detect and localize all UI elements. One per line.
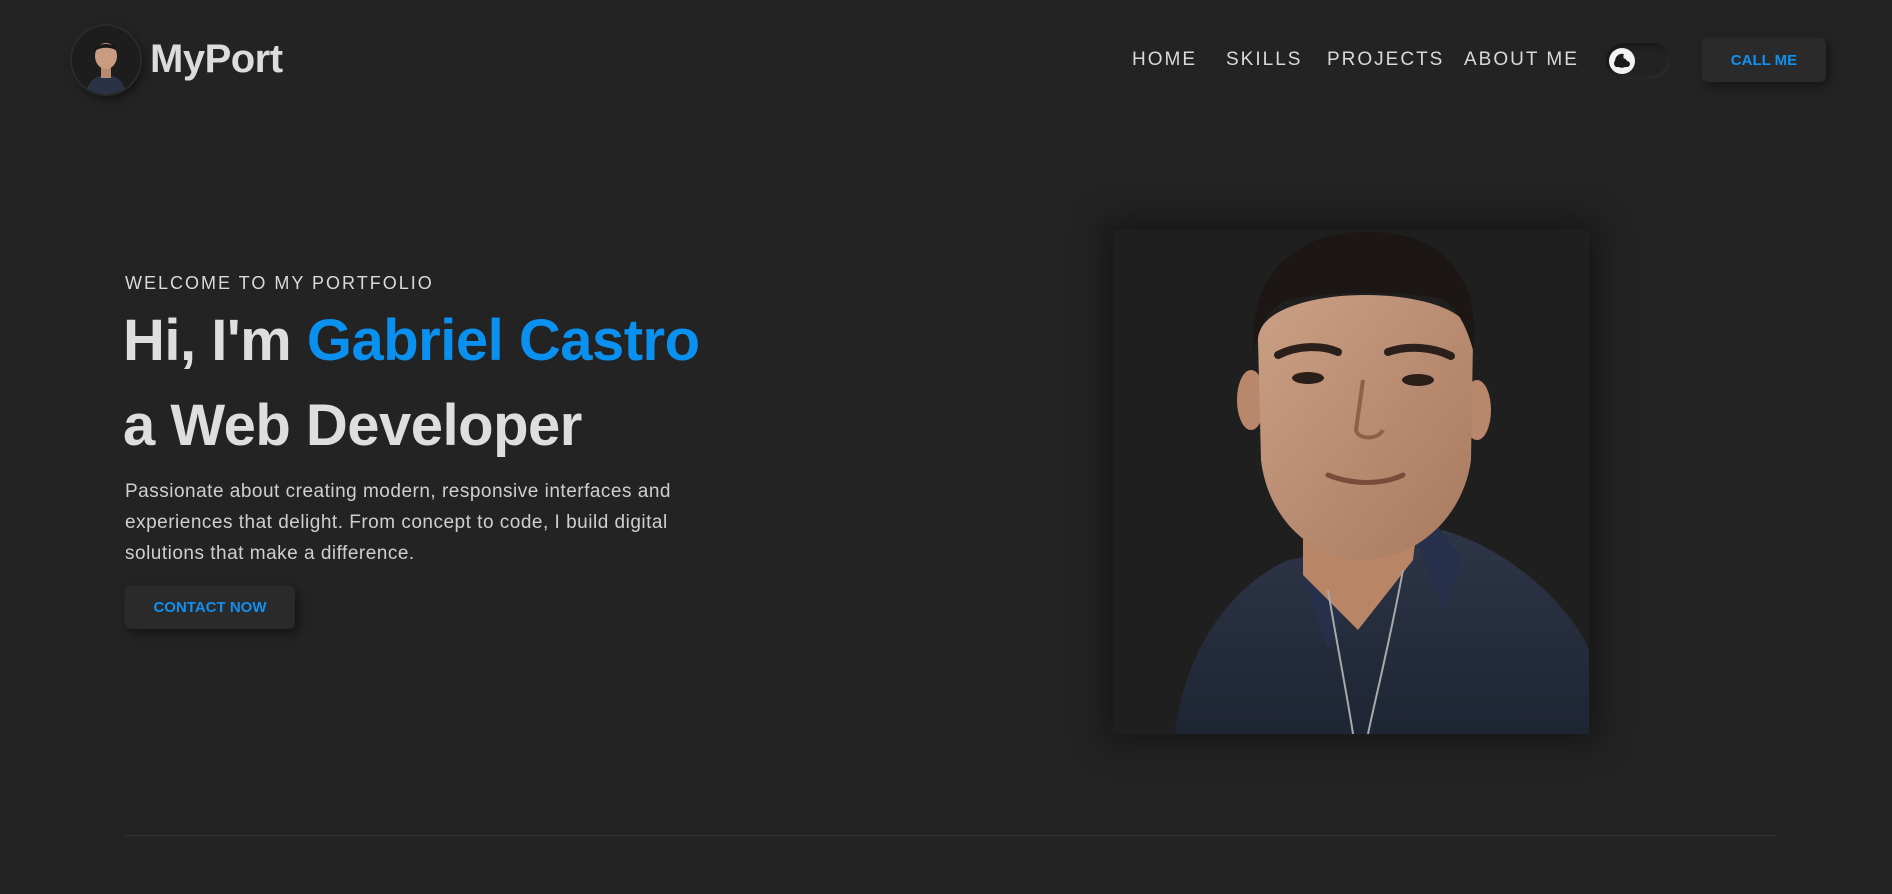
call-me-button[interactable]: CALL ME xyxy=(1702,38,1826,82)
avatar-portrait-icon xyxy=(72,26,140,94)
moon-cloud-icon xyxy=(1613,53,1630,68)
logo-title[interactable]: MyPort xyxy=(150,37,283,82)
theme-toggle[interactable] xyxy=(1606,43,1670,79)
contact-now-button[interactable]: CONTACT NOW xyxy=(125,586,295,629)
nav-skills[interactable]: SKILLS xyxy=(1226,49,1302,71)
logo-avatar[interactable] xyxy=(72,26,140,94)
portrait-image xyxy=(1113,230,1589,734)
nav-home[interactable]: HOME xyxy=(1132,49,1197,71)
nav-about-me[interactable]: ABOUT ME xyxy=(1464,49,1579,71)
hero-name: Gabriel Castro xyxy=(306,308,700,373)
portfolio-page: MyPort HOME SKILLS PROJECTS ABOUT ME CAL… xyxy=(0,0,1892,894)
section-divider xyxy=(125,835,1776,836)
hero-headline: Hi, I'm Gabriel Castro xyxy=(123,307,700,374)
nav-projects[interactable]: PROJECTS xyxy=(1327,49,1444,71)
hero-role: a Web Developer xyxy=(123,393,582,458)
toggle-knob xyxy=(1609,48,1635,74)
hero-portrait xyxy=(1113,230,1589,734)
hero-description: Passionate about creating modern, respon… xyxy=(125,481,671,564)
hero-kicker: WELCOME TO MY PORTFOLIO xyxy=(125,273,434,293)
hero-greeting: Hi, I'm xyxy=(123,308,292,373)
site-header: MyPort HOME SKILLS PROJECTS ABOUT ME CAL… xyxy=(0,0,1892,120)
